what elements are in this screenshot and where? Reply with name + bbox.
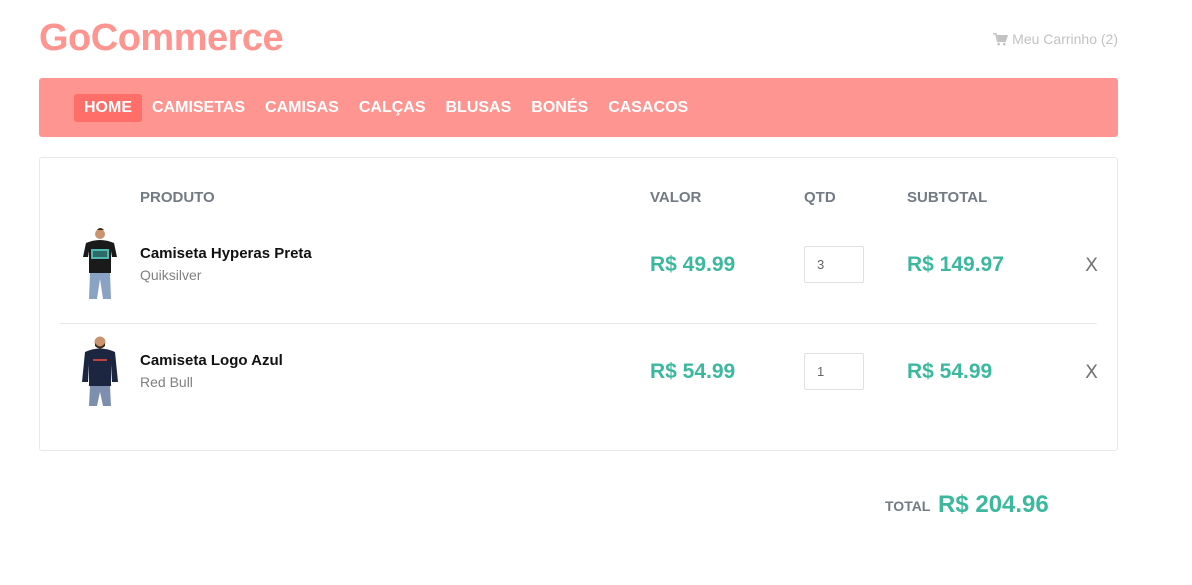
product-image xyxy=(82,336,118,406)
product-name: Camiseta Hyperas Preta xyxy=(140,245,312,262)
row-divider xyxy=(60,323,1097,324)
product-price: R$ 49.99 xyxy=(650,253,736,276)
nav-item-bones[interactable]: BONÉS xyxy=(521,94,598,122)
nav-item-casacos[interactable]: CASACOS xyxy=(598,94,698,122)
header-price: VALOR xyxy=(650,189,702,206)
product-subtotal: R$ 54.99 xyxy=(907,360,993,383)
total-label: TOTAL xyxy=(885,498,931,514)
quantity-input[interactable] xyxy=(804,353,864,390)
category-navbar: HOME CAMISETAS CAMISAS CALÇAS BLUSAS BON… xyxy=(39,78,1118,137)
remove-item-button[interactable]: X xyxy=(1085,361,1098,383)
product-brand: Quiksilver xyxy=(140,267,202,283)
header-product: PRODUTO xyxy=(140,189,215,206)
total-value: R$ 204.96 xyxy=(938,491,1049,518)
nav-item-camisas[interactable]: CAMISAS xyxy=(255,94,349,122)
cart-link[interactable]: Meu Carrinho (2) xyxy=(993,31,1118,47)
remove-item-button[interactable]: X xyxy=(1085,254,1098,276)
nav-item-home[interactable]: HOME xyxy=(74,93,142,122)
product-image xyxy=(83,228,117,299)
logo[interactable]: GoCommerce xyxy=(39,17,284,60)
quantity-input[interactable] xyxy=(804,246,864,283)
nav-item-camisetas[interactable]: CAMISETAS xyxy=(142,94,255,122)
cart-label: Meu Carrinho (2) xyxy=(1012,31,1118,47)
cart-table: PRODUTO VALOR QTD SUBTOTAL Camiseta Hype… xyxy=(39,157,1118,451)
table-row: Camiseta Logo Azul Red Bull R$ 54.99 R$ … xyxy=(40,334,1117,441)
product-brand: Red Bull xyxy=(140,374,193,390)
table-row: Camiseta Hyperas Preta Quiksilver R$ 49.… xyxy=(40,227,1117,334)
product-name: Camiseta Logo Azul xyxy=(140,352,283,369)
header-qty: QTD xyxy=(804,189,836,206)
header: GoCommerce Meu Carrinho (2) xyxy=(39,14,1118,64)
shopping-cart-icon xyxy=(993,32,1009,45)
nav-item-calcas[interactable]: CALÇAS xyxy=(349,94,436,122)
product-price: R$ 54.99 xyxy=(650,360,736,383)
nav-item-blusas[interactable]: BLUSAS xyxy=(436,94,522,122)
product-subtotal: R$ 149.97 xyxy=(907,253,1004,276)
header-subtotal: SUBTOTAL xyxy=(907,189,988,206)
